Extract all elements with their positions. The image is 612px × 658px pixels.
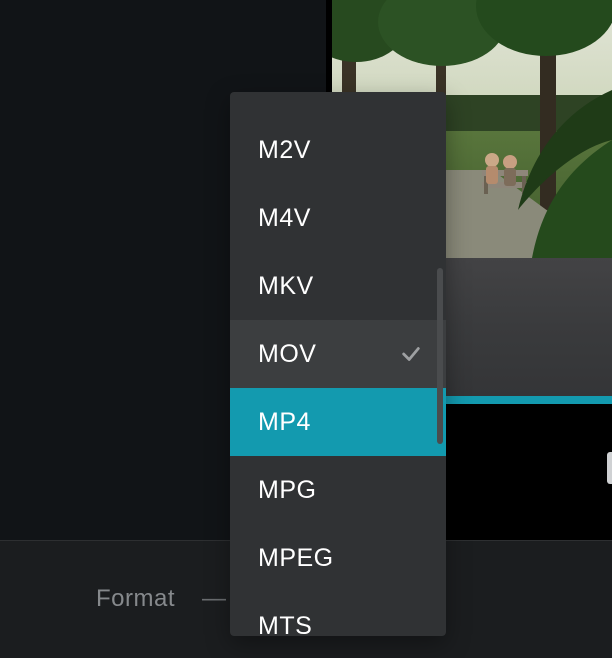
dropdown-scrollbar[interactable] bbox=[437, 268, 443, 444]
format-option-label: MP4 bbox=[258, 408, 311, 437]
format-label: Format bbox=[96, 585, 175, 613]
format-option-mkv[interactable]: MKV bbox=[230, 252, 446, 320]
format-option-label: MTS bbox=[258, 612, 312, 641]
format-option-label: MKV bbox=[258, 272, 314, 301]
format-option-mpeg[interactable]: MPEG bbox=[230, 524, 446, 592]
format-dash: — bbox=[202, 585, 226, 613]
check-icon bbox=[400, 343, 422, 365]
format-option-mpg[interactable]: MPG bbox=[230, 456, 446, 524]
format-dropdown[interactable]: M2VM4VMKVMOVMP4MPGMPEGMTS bbox=[230, 92, 446, 636]
app-root: Format — M2V M4V MKV MOV MP4 MPG MPEG MTS bbox=[0, 0, 612, 658]
format-option-m2v[interactable]: M2V bbox=[230, 116, 446, 184]
format-option-label: M2V bbox=[258, 136, 311, 165]
format-option-label: M4V bbox=[258, 204, 311, 233]
format-option-mts[interactable]: MTS bbox=[230, 592, 446, 658]
format-option-label: MPG bbox=[258, 476, 316, 505]
right-handle[interactable] bbox=[607, 452, 612, 484]
format-option-mov[interactable]: MOV bbox=[230, 320, 446, 388]
format-option-m4v[interactable]: M4V bbox=[230, 184, 446, 252]
format-option-mp4[interactable]: MP4 bbox=[230, 388, 446, 456]
format-option-label: MOV bbox=[258, 340, 316, 369]
format-dropdown-list: M2V M4V MKV MOV MP4 MPG MPEG MTS bbox=[230, 92, 446, 658]
format-option-label: MPEG bbox=[258, 544, 334, 573]
